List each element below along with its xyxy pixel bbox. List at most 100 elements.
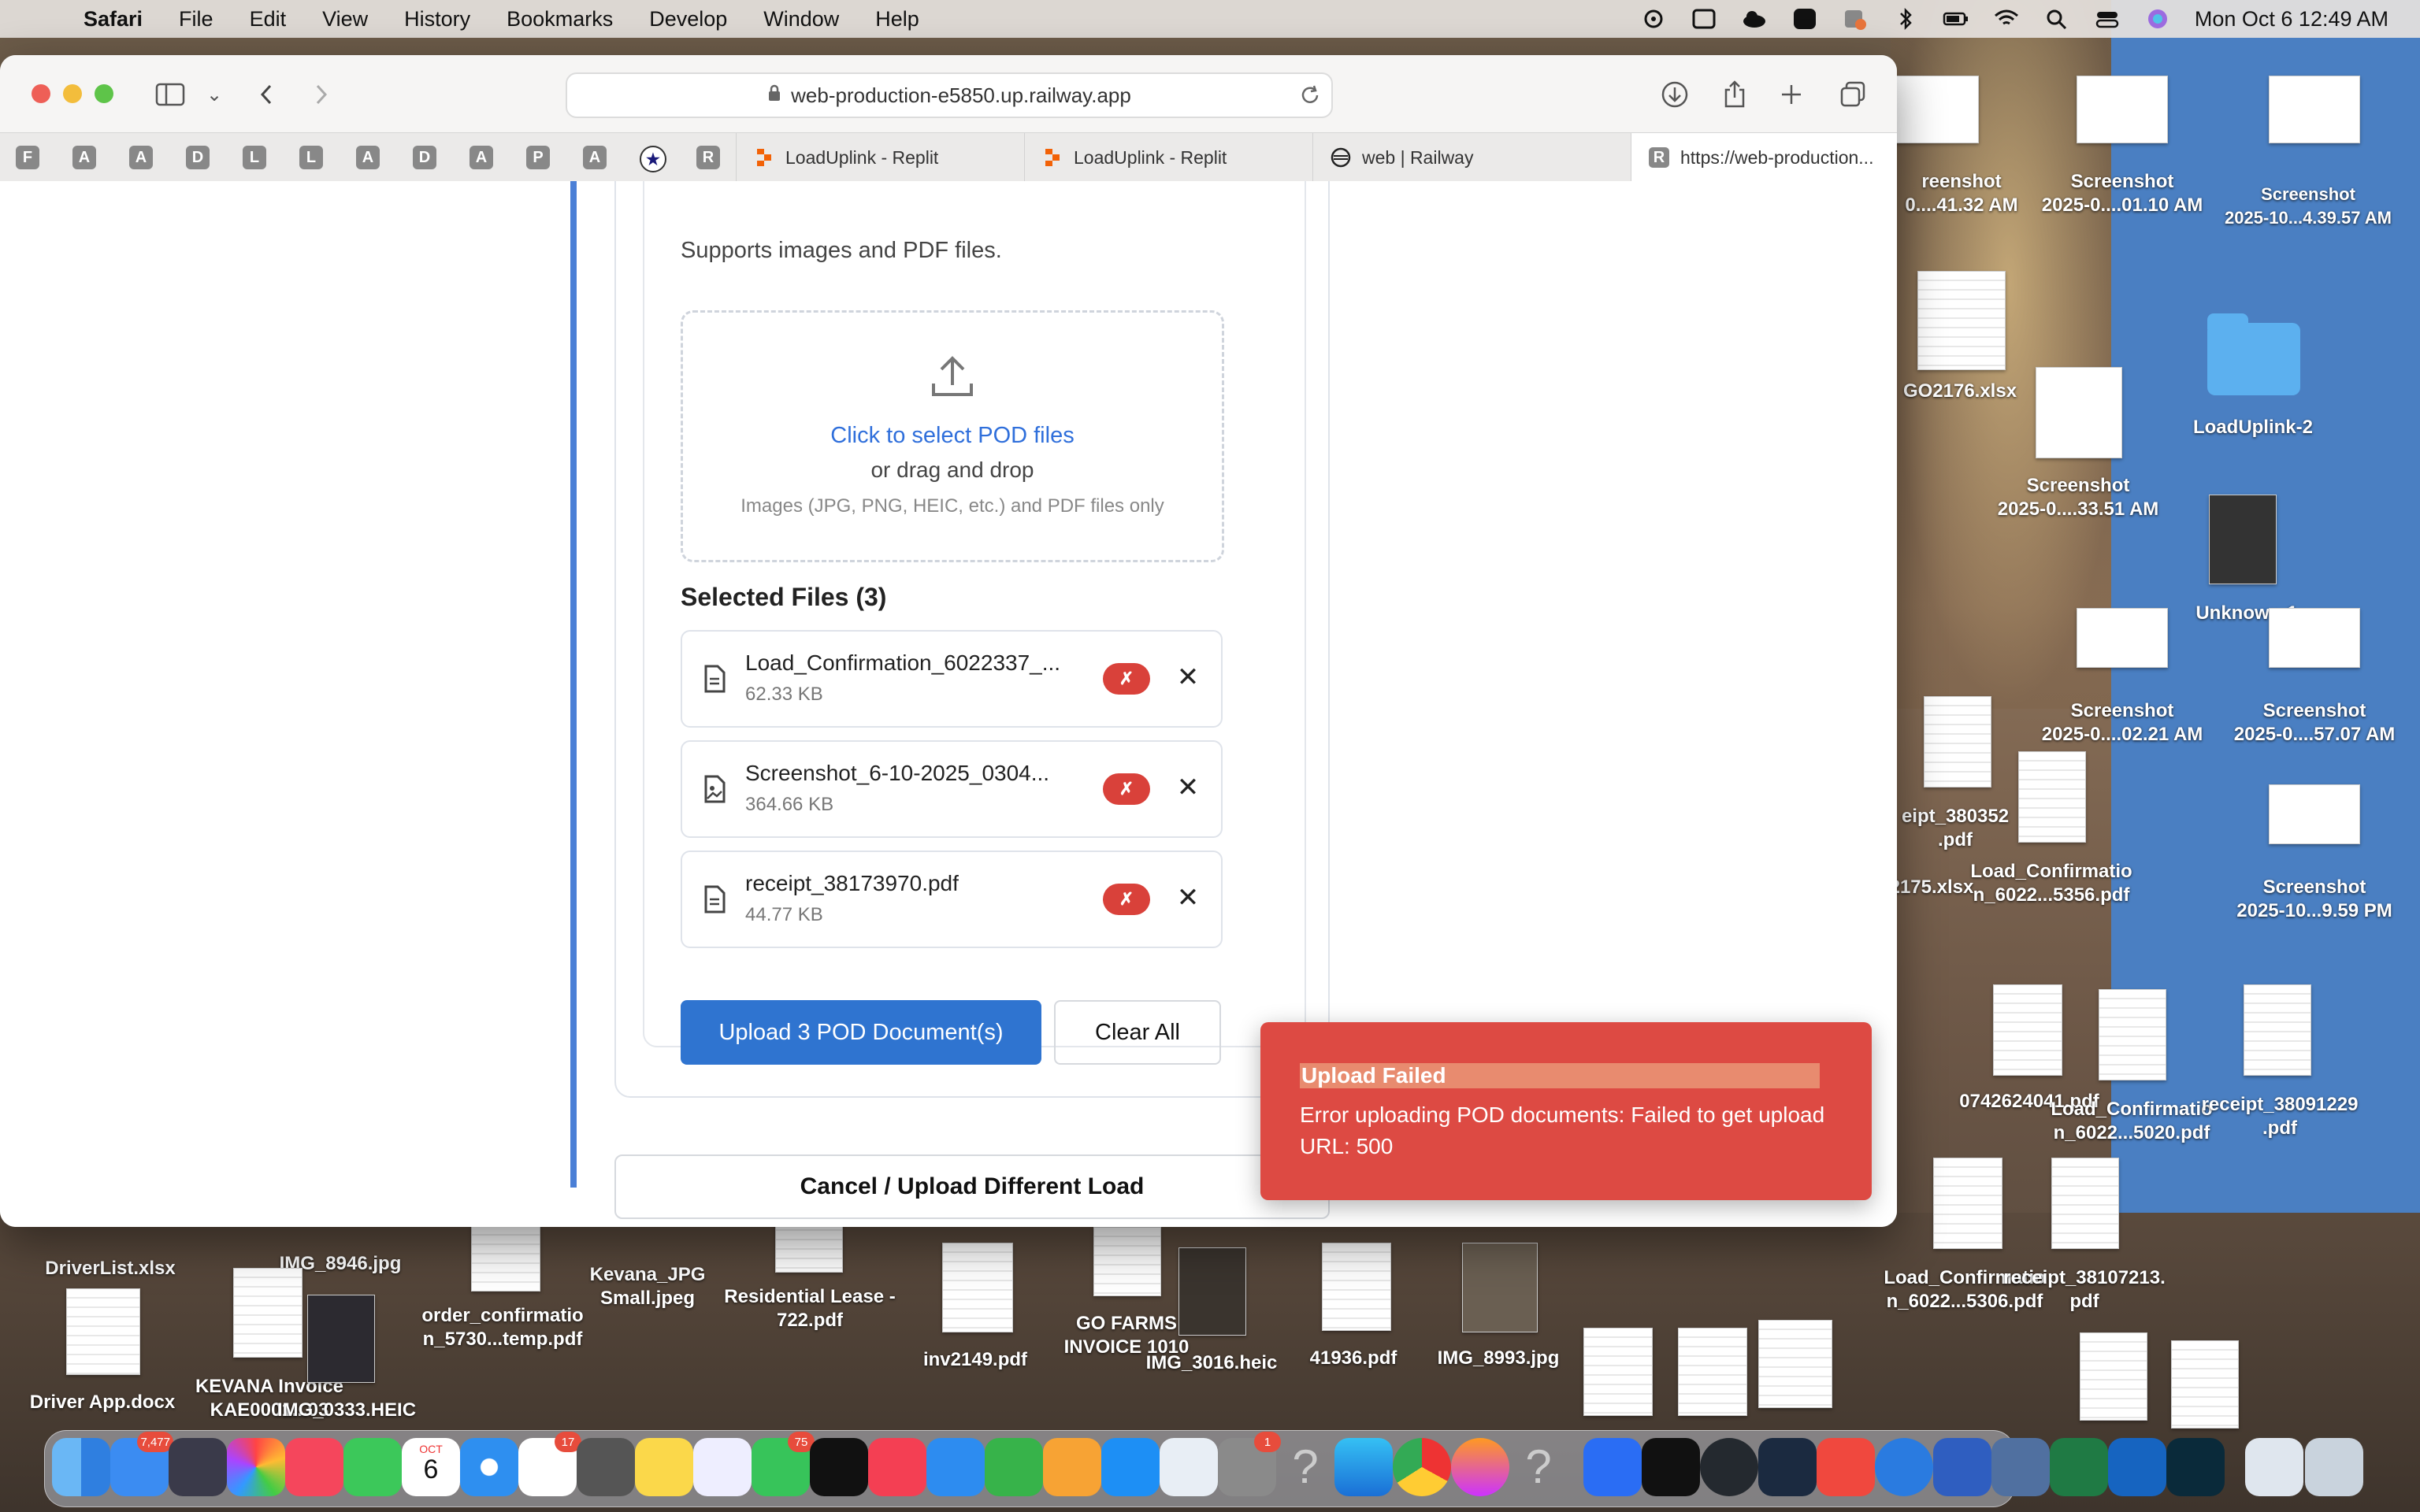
desktop-file-thumb[interactable] [2171,1340,2239,1429]
desktop-file-thumb[interactable] [307,1295,375,1383]
favorite-tab-p[interactable]: P [526,146,550,169]
sidebar-icon[interactable] [153,77,187,112]
desktop-file-thumb[interactable] [2209,495,2277,584]
github-icon[interactable] [1700,1438,1758,1496]
desktop-file-screenshot-6[interactable]: Screenshot 2025-0....57.07 AM [2228,699,2401,747]
desktop-file-driver-app[interactable]: Driver App.docx [16,1391,189,1414]
bluetooth-icon[interactable] [1892,7,1919,31]
desktop-file-thumb[interactable] [2269,608,2360,668]
favorite-tab-d[interactable]: D [186,146,210,169]
menu-window[interactable]: Window [763,7,839,32]
icloud-icon[interactable] [1741,7,1768,31]
desktop-file-inv2149[interactable]: inv2149.pdf [889,1348,1062,1372]
favorite-tab-star[interactable]: ★ [640,146,666,172]
menu-file[interactable]: File [179,7,213,32]
forward-icon[interactable] [304,77,339,112]
ide-icon[interactable] [1758,1438,1817,1496]
network-app-icon[interactable] [1875,1438,1933,1496]
remove-file-button[interactable]: ✕ [1171,880,1205,915]
menu-view[interactable]: View [322,7,368,32]
upload-pod-button[interactable]: Upload 3 POD Document(s) [681,1000,1041,1065]
desktop-file-img0333[interactable]: IMG_0333.HEIC [260,1399,433,1422]
downloads-stack-icon[interactable] [2245,1438,2303,1496]
desktop-file-load-confirmation-1[interactable]: Load_Confirmatio n_6022...5356.pdf [1965,860,2138,907]
desktop-file-thumb[interactable] [942,1243,1013,1332]
news-icon[interactable] [868,1438,926,1496]
wifi-icon[interactable] [1993,7,2020,31]
favorite-tab-l[interactable]: L [243,146,266,169]
chrome-icon[interactable] [1393,1438,1451,1496]
apple-tv-icon[interactable] [810,1438,868,1496]
desktop-file-thumb[interactable] [2036,367,2122,458]
reload-icon[interactable] [1298,83,1322,113]
menu-develop[interactable]: Develop [649,7,727,32]
tab-loaduplink-replit-1[interactable]: LoadUplink - Replit [736,133,1042,182]
siri-icon[interactable] [2144,7,2171,31]
calculator-icon[interactable] [577,1438,635,1496]
spotlight-search-icon[interactable] [2043,7,2070,31]
printer-icon[interactable] [1933,1438,1991,1496]
desktop-file-receipt-3[interactable]: receipt_38107213. pdf [1998,1266,2171,1314]
desktop-file-thumb[interactable] [1993,984,2062,1076]
tab-overview-icon[interactable] [1835,77,1870,112]
facetime-icon[interactable] [343,1438,402,1496]
finder-icon[interactable] [52,1438,110,1496]
favorite-tab-a[interactable]: A [72,146,96,169]
desktop-file-thumb[interactable] [1924,696,1991,788]
freeform-icon[interactable] [693,1438,752,1496]
desktop-file-kevana-jpg[interactable]: Kevana_JPG Small.jpeg [561,1263,734,1310]
remove-file-button[interactable]: ✕ [1171,770,1205,805]
desktop-file-thumb[interactable] [1678,1328,1747,1416]
desktop-file-thumb[interactable] [2244,984,2311,1076]
calendar-widget-icon[interactable] [1691,7,1717,31]
menu-history[interactable]: History [404,7,470,32]
menu-help[interactable]: Help [875,7,919,32]
desktop-file-thumb[interactable] [1917,271,2006,370]
screen-sharing-icon[interactable] [1991,1438,2050,1496]
launchpad-icon[interactable] [169,1438,227,1496]
zoom-window-button[interactable] [95,84,113,103]
edge-icon[interactable] [1334,1438,1393,1496]
desktop-file-residential-lease[interactable]: Residential Lease - 722.pdf [723,1285,896,1332]
creative-cloud-icon[interactable] [1817,1438,1875,1496]
directory-app-icon[interactable] [1583,1438,1642,1496]
favorite-tab-a[interactable]: A [583,146,607,169]
calendar-icon[interactable]: OCT 6 [402,1438,460,1496]
chatgpt-app-icon[interactable] [1642,1438,1700,1496]
desktop-file-screenshot-2[interactable]: Screenshot 2025-0....01.10 AM [2036,170,2209,217]
desktop-file-thumb[interactable] [1933,1158,2002,1249]
address-bar[interactable]: web-production-e5850.up.railway.app [566,72,1333,118]
app-store-icon[interactable] [1101,1438,1160,1496]
chevron-down-icon[interactable]: ⌄ [197,77,232,112]
preview-icon[interactable] [1160,1438,1218,1496]
desktop-file-thumb[interactable] [2080,1332,2147,1421]
unknown-app-icon[interactable]: ? [1509,1438,1568,1496]
desktop-file-thumb[interactable] [471,1225,540,1292]
menu-edit[interactable]: Edit [250,7,287,32]
favorite-tab-r[interactable]: R [696,146,720,169]
desktop-file-thumb[interactable] [775,1221,843,1273]
desktop-file-thumb[interactable] [233,1268,302,1358]
safari-icon[interactable] [460,1438,518,1496]
desktop-file-go2176[interactable]: GO2176.xlsx [1873,380,2047,403]
desktop-file-thumb[interactable] [1462,1243,1538,1332]
outlook-icon[interactable] [2108,1438,2166,1496]
favorite-tab-f[interactable]: F [16,146,39,169]
battery-icon[interactable] [1943,7,1969,31]
tab-web-production-active[interactable]: R https://web-production... [1631,133,1897,182]
cursor-icon[interactable] [2166,1438,2225,1496]
desktop-file-thumb[interactable] [2077,608,2168,668]
desktop-file-thumb[interactable] [2099,989,2166,1080]
share-icon[interactable] [1717,77,1752,112]
desktop-file-thumb[interactable] [2269,784,2360,844]
favorite-tab-d[interactable]: D [413,146,436,169]
desktop-folder-loaduplink[interactable]: LoadUplink-2 [2166,416,2340,439]
close-window-button[interactable] [32,84,50,103]
desktop-file-screenshot-5[interactable]: Screenshot 2025-0....02.21 AM [2036,699,2209,747]
select-files-link[interactable]: Click to select POD files [683,423,1222,449]
desktop-file-thumb[interactable] [1891,76,1979,143]
remove-file-button[interactable]: ✕ [1171,660,1205,695]
favorite-tab-a[interactable]: A [470,146,493,169]
firefox-icon[interactable] [1451,1438,1509,1496]
desktop-file-thumb[interactable] [2018,751,2086,843]
